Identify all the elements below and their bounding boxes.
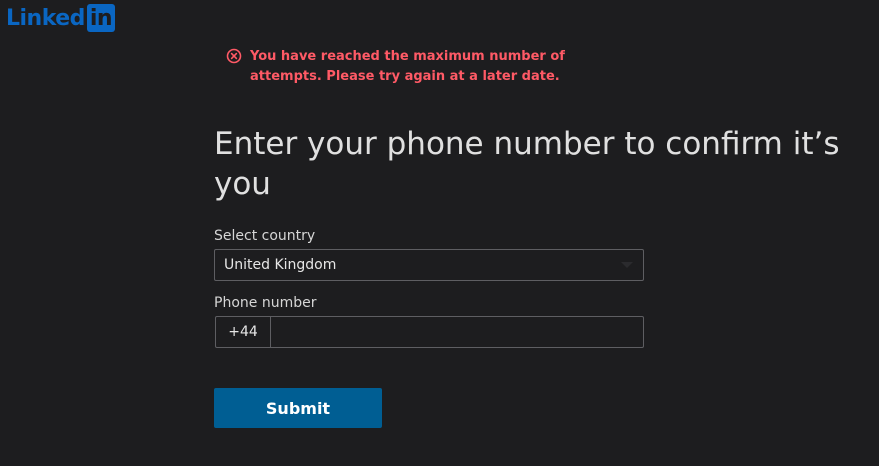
country-select-value: United Kingdom xyxy=(224,257,337,273)
page: Linked in You have reached the maximum nu… xyxy=(0,0,879,466)
error-circle-x-icon xyxy=(226,48,242,64)
error-message: You have reached the maximum number of a… xyxy=(226,47,606,87)
phone-label: Phone number xyxy=(214,295,317,311)
phone-field: +44 xyxy=(215,316,644,348)
linkedin-logo[interactable]: Linked in xyxy=(6,4,115,32)
country-label: Select country xyxy=(214,228,316,244)
error-text: You have reached the maximum number of a… xyxy=(250,49,565,84)
chevron-down-icon xyxy=(621,262,633,268)
logo-text: Linked xyxy=(6,5,85,31)
country-select[interactable]: United Kingdom xyxy=(214,249,644,281)
phone-prefix: +44 xyxy=(216,317,271,347)
logo-badge: in xyxy=(86,4,115,32)
phone-input[interactable] xyxy=(271,317,643,347)
page-title: Enter your phone number to confirm it’s … xyxy=(214,126,840,202)
submit-button[interactable]: Submit xyxy=(214,388,382,428)
